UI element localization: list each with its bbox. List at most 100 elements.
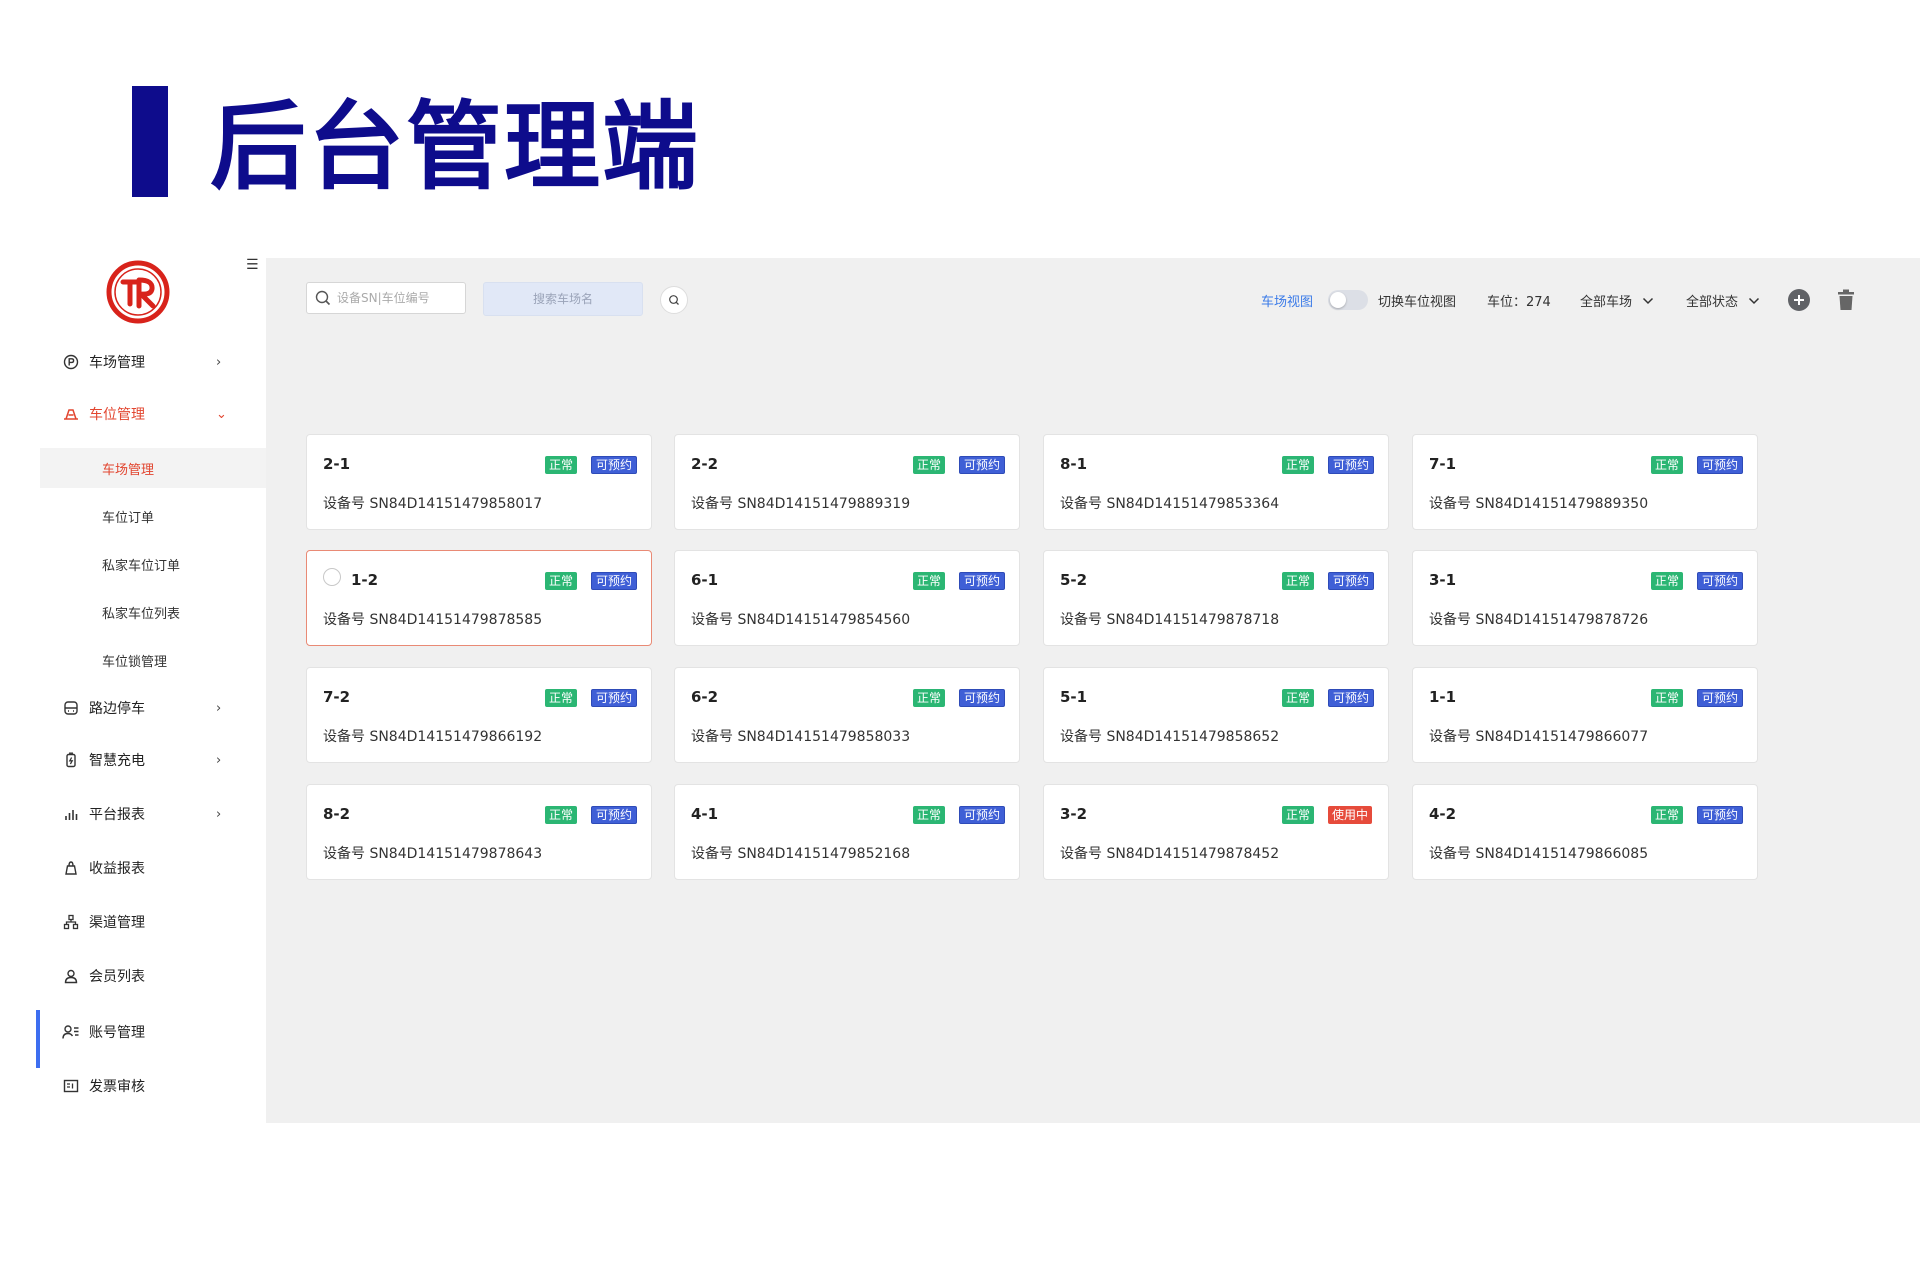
- space-card[interactable]: 1-1 正常 可预约 设备号 SN84D14151479866077: [1412, 667, 1758, 763]
- device-serial: 设备号 SN84D14151479878718: [1060, 612, 1280, 628]
- sidebar-item-space-management[interactable]: 车位管理 ⌄: [40, 394, 266, 434]
- status-badge: 正常: [545, 572, 578, 590]
- space-card[interactable]: 1-2 正常 可预约 设备号 SN84D14151479878585: [306, 550, 652, 646]
- device-search-input[interactable]: [335, 290, 449, 306]
- lot-name-search-field[interactable]: [483, 282, 643, 316]
- revenue-icon: [62, 859, 80, 877]
- switch-view-label: 切换车位视图: [1378, 295, 1457, 310]
- status-badge: 正常: [1651, 572, 1684, 590]
- sidebar-item-account-management[interactable]: 账号管理: [40, 1012, 266, 1052]
- sidebar-item-platform-reports[interactable]: 平台报表 ›: [40, 794, 266, 834]
- sub-item-space-orders[interactable]: 车位订单: [40, 496, 266, 536]
- plus-icon: [1794, 295, 1804, 305]
- availability-badge: 可预约: [959, 689, 1006, 707]
- chevron-right-icon: ›: [216, 806, 222, 822]
- space-card[interactable]: 2-2 正常 可预约 设备号 SN84D14151479889319: [674, 434, 1020, 530]
- status-badge: 正常: [1282, 456, 1315, 474]
- status-badge: 正常: [913, 689, 946, 707]
- sub-item-lot-management[interactable]: 车场管理: [40, 448, 266, 488]
- lot-name-search-input[interactable]: [496, 291, 630, 307]
- sidebar-item-roadside-parking[interactable]: 路边停车 ›: [40, 688, 266, 728]
- view-toggle-switch[interactable]: [1328, 290, 1368, 310]
- device-search-field[interactable]: [306, 282, 466, 314]
- space-card[interactable]: 6-1 正常 可预约 设备号 SN84D14151479854560: [674, 550, 1020, 646]
- sidebar-item-revenue-reports[interactable]: 收益报表: [40, 848, 266, 888]
- sub-item-private-space-orders[interactable]: 私家车位订单: [40, 544, 266, 584]
- availability-badge: 可预约: [1328, 456, 1375, 474]
- space-card[interactable]: 4-2 正常 可预约 设备号 SN84D14151479866085: [1412, 784, 1758, 880]
- space-card[interactable]: 8-1 正常 可预约 设备号 SN84D14151479853364: [1043, 434, 1389, 530]
- space-card[interactable]: 7-1 正常 可预约 设备号 SN84D14151479889350: [1412, 434, 1758, 530]
- availability-badge: 可预约: [959, 572, 1006, 590]
- space-number: 4-1: [691, 805, 719, 823]
- space-number: 5-1: [1060, 688, 1088, 706]
- space-card[interactable]: 4-1 正常 可预约 设备号 SN84D14151479852168: [674, 784, 1020, 880]
- channel-icon: [62, 913, 80, 931]
- status-badge: 正常: [545, 689, 578, 707]
- status-badge: 正常: [1651, 806, 1684, 824]
- sidebar-item-parking-lot[interactable]: 车场管理 ›: [40, 342, 266, 382]
- space-number: 3-2: [1060, 805, 1088, 823]
- chevron-right-icon: ›: [216, 354, 222, 370]
- status-badge: 正常: [1282, 689, 1315, 707]
- sub-item-label: 车位订单: [102, 510, 155, 526]
- sidebar-item-label: 车位管理: [89, 407, 145, 423]
- space-card[interactable]: 3-2 正常 使用中 设备号 SN84D14151479878452: [1043, 784, 1389, 880]
- space-card[interactable]: 5-1 正常 可预约 设备号 SN84D14151479858652: [1043, 667, 1389, 763]
- device-serial: 设备号 SN84D14151479866192: [323, 729, 543, 745]
- sidebar-item-channel-management[interactable]: 渠道管理: [40, 902, 266, 942]
- availability-badge: 可预约: [1697, 806, 1744, 824]
- lot-filter-dropdown[interactable]: 全部车场: [1580, 291, 1654, 310]
- parking-icon: [62, 353, 80, 371]
- search-icon: [315, 290, 331, 306]
- status-filter-dropdown[interactable]: 全部状态: [1686, 291, 1760, 310]
- space-number: 6-2: [691, 688, 719, 706]
- sidebar: ☰ 车场管理 › 车位管理 ⌄ 车场管理 车位订单 私家车位订单 私家车位列表 …: [36, 258, 266, 1123]
- sidebar-item-label: 平台报表: [89, 807, 145, 823]
- sidebar-item-label: 会员列表: [89, 969, 145, 985]
- sub-item-label: 车位锁管理: [102, 654, 168, 670]
- availability-badge: 可预约: [591, 456, 638, 474]
- device-serial: 设备号 SN84D14151479858652: [1060, 729, 1280, 745]
- device-serial: 设备号 SN84D14151479878643: [323, 846, 543, 862]
- roadside-parking-icon: [62, 699, 80, 717]
- status-badge: 正常: [1651, 456, 1684, 474]
- space-card[interactable]: 8-2 正常 可预约 设备号 SN84D14151479878643: [306, 784, 652, 880]
- space-card[interactable]: 6-2 正常 可预约 设备号 SN84D14151479858033: [674, 667, 1020, 763]
- toggle-knob: [1330, 292, 1346, 308]
- status-badge: 正常: [1651, 689, 1684, 707]
- space-card[interactable]: 3-1 正常 可预约 设备号 SN84D14151479878726: [1412, 550, 1758, 646]
- chevron-right-icon: ›: [216, 752, 222, 768]
- sidebar-item-smart-charging[interactable]: 智慧充电 ›: [40, 740, 266, 780]
- sub-item-private-space-list[interactable]: 私家车位列表: [40, 592, 266, 632]
- menu-collapse-icon[interactable]: ☰: [246, 258, 259, 272]
- trash-icon[interactable]: [1837, 289, 1855, 311]
- status-filter-value: 全部状态: [1686, 295, 1739, 310]
- charging-icon: [62, 751, 80, 769]
- lot-filter-value: 全部车场: [1580, 295, 1633, 310]
- sub-item-label: 私家车位订单: [102, 558, 181, 574]
- space-count: 车位：274: [1487, 295, 1551, 310]
- sub-item-label: 私家车位列表: [102, 606, 181, 622]
- space-card[interactable]: 5-2 正常 可预约 设备号 SN84D14151479878718: [1043, 550, 1389, 646]
- lot-view-link[interactable]: 车场视图: [1261, 291, 1313, 310]
- status-badge: 正常: [1282, 806, 1315, 824]
- space-number: 5-2: [1060, 571, 1088, 589]
- sidebar-item-label: 车场管理: [89, 355, 145, 371]
- availability-badge: 可预约: [1328, 572, 1375, 590]
- device-serial: 设备号 SN84D14151479854560: [691, 612, 911, 628]
- space-card[interactable]: 2-1 正常 可预约 设备号 SN84D14151479858017: [306, 434, 652, 530]
- sidebar-item-member-list[interactable]: 会员列表: [40, 956, 266, 996]
- report-chart-icon: [62, 805, 80, 823]
- space-card[interactable]: 7-2 正常 可预约 设备号 SN84D14151479866192: [306, 667, 652, 763]
- sub-item-space-lock[interactable]: 车位锁管理: [40, 640, 266, 680]
- sub-item-label: 车场管理: [102, 462, 155, 478]
- select-radio[interactable]: [323, 568, 341, 586]
- availability-badge: 可预约: [959, 806, 1006, 824]
- space-number: 8-1: [1060, 455, 1088, 473]
- search-button[interactable]: [660, 286, 688, 314]
- add-space-button[interactable]: [1788, 289, 1810, 311]
- availability-badge: 可预约: [1697, 456, 1744, 474]
- sidebar-item-invoice-review[interactable]: 发票审核: [40, 1066, 266, 1106]
- status-badge: 正常: [545, 456, 578, 474]
